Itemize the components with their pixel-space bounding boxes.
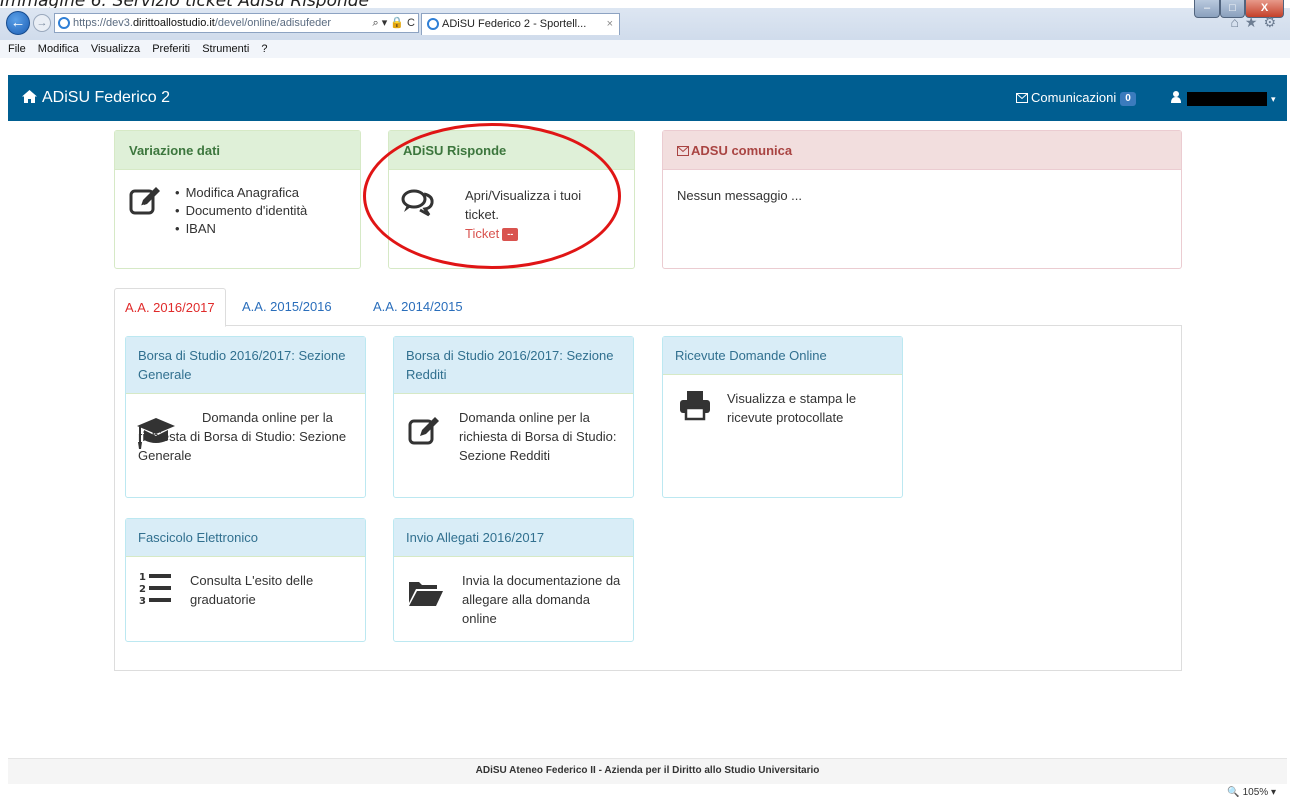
page-footer: ADiSU Ateneo Federico II - Azienda per i… — [8, 758, 1287, 784]
user-icon — [1171, 91, 1181, 103]
comunica-message: Nessun messaggio ... — [677, 188, 803, 203]
menu-preferiti[interactable]: Preferiti — [152, 43, 190, 55]
card-title: Fascicolo Elettronico — [126, 519, 365, 557]
panel-adisu-risponde: ADiSU Risponde Apri/Visualizza i tuoi ti… — [388, 130, 635, 269]
home-icon — [22, 90, 37, 103]
url-domain: dirittoallostudio.it — [132, 17, 215, 29]
link-modifica-anagrafica[interactable]: Modifica Anagrafica — [175, 184, 307, 202]
year-tabs: A.A. 2016/2017 A.A. 2015/2016 A.A. 2014/… — [114, 288, 1182, 327]
minimize-button[interactable]: – — [1194, 0, 1220, 18]
envelope-icon — [1016, 93, 1028, 103]
menu-bar: File Modifica Visualizza Preferiti Strum… — [0, 40, 1290, 58]
card-text: Visualizza e stampa le ricevute protocol… — [727, 391, 857, 425]
svg-text:3: 3 — [139, 596, 146, 605]
card-borsa-generale[interactable]: Borsa di Studio 2016/2017: Sezione Gener… — [125, 336, 366, 498]
panel-variazione-dati: Variazione dati Modifica Anagrafica Docu… — [114, 130, 361, 269]
home-favorites-tools-icon[interactable]: ⌂★⚙ — [1230, 14, 1282, 31]
variazione-list: Modifica Anagrafica Documento d'identità… — [175, 184, 308, 238]
tab-2016-2017[interactable]: A.A. 2016/2017 — [114, 288, 226, 327]
comunicazioni-badge: 0 — [1120, 91, 1136, 106]
ticket-badge: -- — [502, 228, 519, 242]
edit-icon — [408, 417, 439, 445]
card-text: Domanda online per la richiesta di Borsa… — [459, 410, 617, 463]
menu-file[interactable]: File — [8, 43, 26, 55]
menu-strumenti[interactable]: Strumenti — [202, 43, 249, 55]
risponde-text: Apri/Visualizza i tuoi ticket. Ticket -- — [465, 186, 615, 243]
chevron-down-icon: ▾ — [1271, 94, 1276, 104]
brand-link[interactable]: ADiSU Federico 2 — [22, 75, 170, 121]
link-iban[interactable]: IBAN — [175, 220, 307, 238]
menu-help[interactable]: ? — [261, 43, 267, 55]
svg-text:2: 2 — [139, 584, 146, 595]
browser-tab[interactable]: ADiSU Federico 2 - Sportell... × — [421, 13, 620, 35]
brand-title: ADiSU Federico 2 — [42, 89, 171, 106]
tab-title: ADiSU Federico 2 - Sportell... — [442, 18, 587, 30]
address-tools[interactable]: ⌕ ▾ 🔒 C — [368, 14, 415, 32]
card-text: Consulta L'esito delle graduatorie — [190, 573, 314, 607]
panel-title: ADiSU Risponde — [389, 131, 634, 170]
comunica-title: ADSU comunica — [691, 143, 793, 158]
card-ricevute[interactable]: Ricevute Domande Online Visualizza e sta… — [662, 336, 903, 498]
envelope-icon — [677, 146, 689, 156]
url-prefix: https://dev3. — [73, 17, 133, 29]
card-text: Invia la documentazione da allegare alla… — [462, 573, 621, 626]
card-text: Domanda online per la richiesta di Borsa… — [138, 410, 347, 463]
ordered-list-icon: 1 2 3 — [139, 572, 171, 605]
document-caption: Immagine 6: Servizio ticket Adisu Rispon… — [0, 0, 369, 8]
svg-text:1: 1 — [139, 572, 146, 583]
user-menu[interactable]: ▾ — [1171, 75, 1276, 122]
comunicazioni-link[interactable]: Comunicazioni 0 — [1016, 75, 1136, 121]
edit-icon — [129, 187, 160, 215]
panel-title: ADSU comunica — [663, 131, 1181, 170]
forward-button[interactable]: → — [33, 14, 51, 32]
address-bar[interactable]: https://dev3.dirittoallostudio.it/devel/… — [54, 13, 419, 33]
tab-close-icon[interactable]: × — [607, 14, 613, 34]
comments-icon — [401, 189, 434, 217]
link-documento-identita[interactable]: Documento d'identità — [175, 202, 308, 220]
risponde-description: Apri/Visualizza i tuoi ticket. — [465, 188, 582, 222]
card-fascicolo[interactable]: Fascicolo Elettronico 1 2 3 Consulta L'e… — [125, 518, 366, 642]
back-button[interactable]: ← — [6, 11, 30, 35]
url-path: /devel/online/adisufeder — [214, 17, 332, 29]
comunicazioni-label: Comunicazioni — [1031, 90, 1117, 105]
panel-title: Variazione dati — [115, 131, 360, 170]
menu-modifica[interactable]: Modifica — [38, 43, 79, 55]
menu-visualizza[interactable]: Visualizza — [91, 43, 140, 55]
tab-ie-icon — [427, 18, 439, 30]
zoom-control[interactable]: 🔍 105% ▾ — [1227, 787, 1276, 798]
card-title: Borsa di Studio 2016/2017: Sezione Reddi… — [394, 337, 633, 394]
folder-open-icon — [409, 582, 443, 606]
print-icon — [680, 391, 710, 421]
card-allegati[interactable]: Invio Allegati 2016/2017 Invia la docume… — [393, 518, 634, 642]
browser-chrome: ← → https://dev3.dirittoallostudio.it/de… — [0, 0, 1290, 58]
card-borsa-redditi[interactable]: Borsa di Studio 2016/2017: Sezione Reddi… — [393, 336, 634, 498]
app-navbar: ADiSU Federico 2 Comunicazioni 0 ▾ — [8, 75, 1287, 121]
ticket-link[interactable]: Ticket — [465, 226, 499, 241]
panel-adsu-comunica: ADSU comunica Nessun messaggio ... — [662, 130, 1182, 269]
user-name-redacted — [1187, 91, 1267, 106]
card-title: Invio Allegati 2016/2017 — [394, 519, 633, 557]
ie-logo-icon — [58, 17, 70, 29]
card-title: Borsa di Studio 2016/2017: Sezione Gener… — [126, 337, 365, 394]
card-title: Ricevute Domande Online — [663, 337, 902, 375]
tab-2015-2016[interactable]: A.A. 2015/2016 — [232, 288, 342, 326]
tab-2014-2015[interactable]: A.A. 2014/2015 — [363, 288, 473, 326]
